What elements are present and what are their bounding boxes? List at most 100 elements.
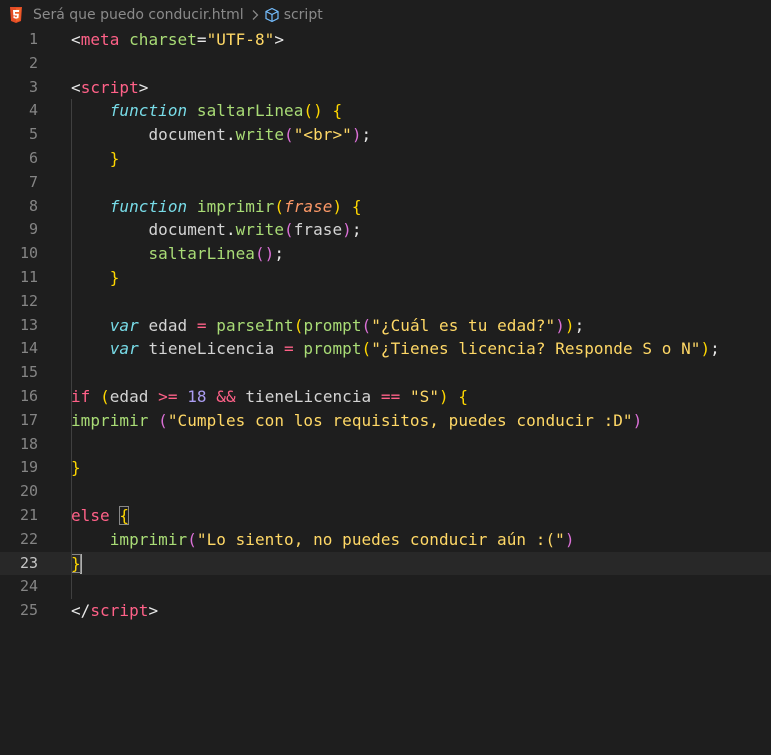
code-token: ) — [351, 125, 362, 145]
code-text[interactable]: </script> — [71, 599, 158, 623]
code-token: saltarLinea — [148, 244, 255, 264]
code-line[interactable]: 14 var tieneLicencia = prompt("¿Tienes l… — [0, 337, 771, 361]
code-text[interactable]: else { — [71, 504, 130, 528]
line-number: 25 — [19, 601, 38, 620]
code-line[interactable]: 19} — [0, 456, 771, 480]
line-number: 24 — [19, 577, 38, 596]
code-line[interactable]: 20 — [0, 480, 771, 504]
code-token: ; — [574, 315, 585, 335]
code-text[interactable]: function saltarLinea() { — [71, 99, 342, 123]
line-number: 22 — [19, 529, 38, 548]
code-text[interactable]: <meta charset="UTF-8"> — [71, 28, 284, 52]
code-token: } — [109, 149, 120, 168]
code-line[interactable]: 11 } — [0, 266, 771, 290]
code-token: ) — [700, 339, 711, 359]
code-token: . — [225, 220, 236, 240]
code-token: frase — [293, 220, 343, 240]
code-token: var — [109, 339, 139, 359]
code-editor[interactable]: 1 <meta charset="UTF-8"> 2 3 <script> 4 funct… — [0, 28, 771, 755]
code-line[interactable]: 4 function saltarLinea() { — [0, 99, 771, 123]
code-text[interactable]: if (edad >= 18 && tieneLicencia == "S") … — [71, 385, 468, 409]
code-token: tieneLicencia — [235, 387, 381, 406]
code-token: ) — [564, 529, 575, 549]
code-line[interactable]: 15 — [0, 361, 771, 385]
code-token: ( — [361, 339, 372, 359]
code-text[interactable]: function imprimir(frase) { — [71, 195, 362, 219]
line-number: 13 — [19, 315, 38, 334]
line-number: 10 — [19, 244, 38, 263]
code-token: prompt — [303, 315, 362, 335]
code-token: && — [216, 387, 236, 406]
code-token: == — [380, 387, 401, 406]
code-token: = — [196, 30, 207, 49]
code-token: prompt — [303, 339, 362, 359]
code-line[interactable]: 5 document.write("<br>"); — [0, 123, 771, 147]
code-text[interactable]: <script> — [71, 76, 148, 100]
code-text[interactable]: } — [71, 552, 82, 576]
line-number: 16 — [19, 387, 38, 405]
breadcrumb-file-name[interactable]: Será que puedo conducir.html — [33, 7, 244, 23]
code-line[interactable]: 13 var edad = parseInt(prompt("¿Cuál es … — [0, 314, 771, 338]
code-token: . — [225, 125, 236, 145]
code-line[interactable]: 18 — [0, 433, 771, 457]
code-token: edad — [138, 315, 197, 335]
code-text[interactable]: var tieneLicencia = prompt("¿Tienes lice… — [71, 337, 720, 361]
code-token: ; — [361, 125, 372, 145]
code-text[interactable]: var edad = parseInt(prompt("¿Cuál es tu … — [71, 314, 584, 338]
code-token: ( — [284, 125, 294, 145]
code-text[interactable]: } — [71, 266, 120, 290]
text-cursor — [79, 554, 82, 575]
code-line[interactable]: 6 } — [0, 147, 771, 171]
code-line[interactable]: 21 else { — [0, 504, 771, 528]
line-number: 12 — [19, 291, 38, 310]
code-line[interactable]: 8 function imprimir(frase) { — [0, 195, 771, 219]
code-line[interactable]: 3 <script> — [0, 76, 771, 100]
line-number: 20 — [19, 482, 38, 501]
code-token: > — [148, 601, 159, 621]
code-line[interactable]: 7 — [0, 171, 771, 195]
code-line[interactable]: 12 — [0, 290, 771, 314]
code-line[interactable]: 25 </script> — [0, 599, 771, 623]
code-line[interactable]: 24 — [0, 575, 771, 599]
code-line[interactable]: 10 saltarLinea(); — [0, 242, 771, 266]
code-text[interactable]: imprimir ("Cumples con los requisitos, p… — [71, 409, 642, 433]
code-token: { — [351, 196, 362, 216]
code-token: "¿Cuál es tu edad?" — [371, 315, 556, 335]
code-line[interactable]: 17 imprimir ("Cumples con los requisitos,… — [0, 409, 771, 433]
line-number: 17 — [19, 410, 38, 429]
code-token: document — [71, 220, 226, 240]
code-text[interactable]: document.write("<br>"); — [71, 123, 371, 147]
code-line[interactable]: 22 imprimir("Lo siento, no puedes conduc… — [0, 528, 771, 552]
code-text[interactable]: saltarLinea(); — [71, 242, 284, 266]
code-line[interactable]: 2 — [0, 52, 771, 76]
code-token: ( — [284, 220, 294, 240]
code-line[interactable]: 9 document.write(frase); — [0, 218, 771, 242]
line-number: 4 — [28, 101, 38, 120]
code-token: "UTF-8" — [206, 30, 275, 49]
code-token: ) — [332, 196, 343, 216]
code-text[interactable]: document.write(frase); — [71, 218, 362, 242]
code-token: ) — [555, 315, 565, 335]
code-line[interactable]: 16 if (edad >= 18 && tieneLicencia == "S"… — [0, 385, 771, 409]
code-text[interactable]: } — [71, 147, 120, 171]
code-text[interactable]: } — [71, 456, 81, 480]
code-token: var — [109, 315, 139, 335]
line-number: 8 — [28, 196, 38, 215]
line-number: 2 — [28, 53, 38, 72]
code-text[interactable]: imprimir("Lo siento, no puedes conducir … — [71, 528, 575, 552]
code-line[interactable]: 1 <meta charset="UTF-8"> — [0, 28, 771, 52]
code-token: parseInt — [216, 315, 294, 335]
breadcrumb-symbol-name[interactable]: script — [284, 7, 323, 23]
code-token: ( — [274, 196, 285, 216]
code-line[interactable]: 23} — [0, 551, 771, 576]
line-number: 3 — [28, 77, 38, 96]
